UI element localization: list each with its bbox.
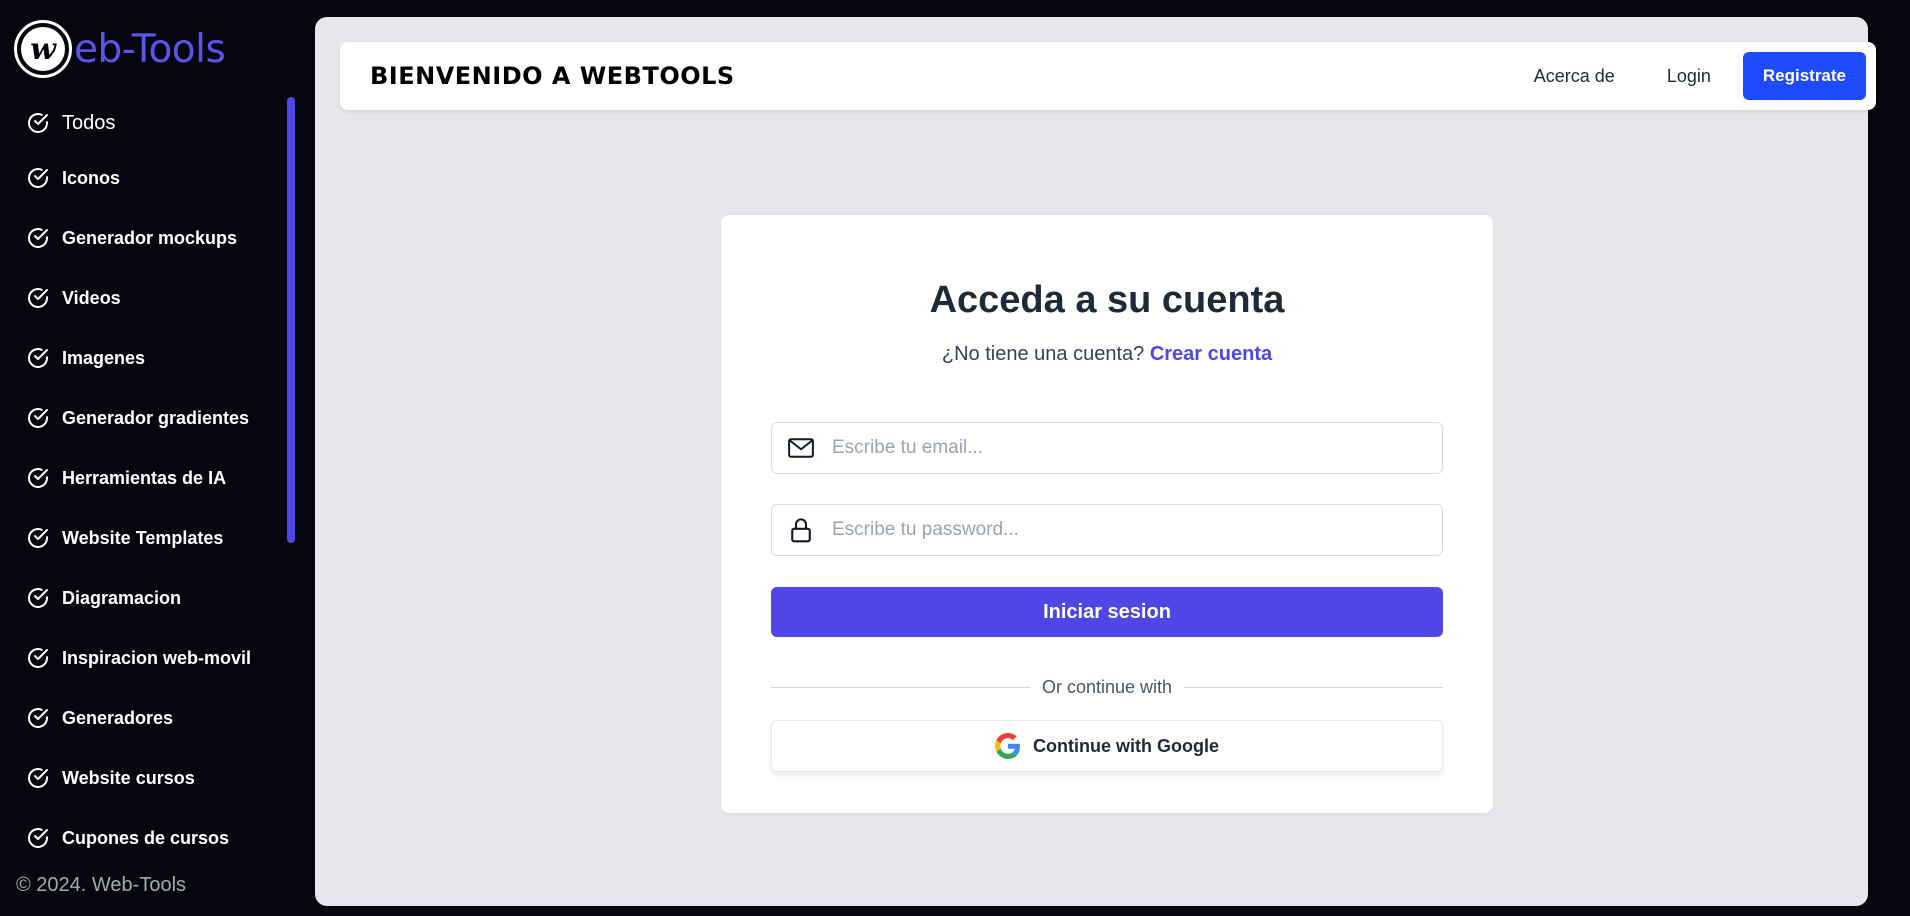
logo[interactable]: w eb-Tools	[14, 20, 226, 78]
sidebar-item-label: Todos	[62, 111, 116, 134]
sidebar-item-cupones-cursos[interactable]: Cupones de cursos	[0, 808, 290, 868]
sidebar-item-herramientas-ia[interactable]: Herramientas de IA	[0, 448, 290, 508]
sidebar-item-label: Videos	[62, 287, 121, 308]
sidebar-item-iconos[interactable]: Iconos	[0, 148, 290, 208]
sidebar-item-imagenes[interactable]: Imagenes	[0, 328, 290, 388]
login-card: Acceda a su cuenta ¿No tiene una cuenta?…	[721, 215, 1493, 813]
about-link[interactable]: Acerca de	[1508, 52, 1641, 100]
or-divider: Or continue with	[771, 675, 1443, 699]
sidebar-item-label: Website cursos	[62, 767, 195, 788]
sidebar-item-todos[interactable]: Todos	[0, 98, 290, 148]
sidebar-scrollbar[interactable]	[287, 97, 295, 543]
sidebar-item-label: Generador mockups	[62, 227, 238, 248]
sidebar-item-label: Iconos	[62, 167, 121, 188]
divider-text: Or continue with	[1041, 676, 1173, 697]
sidebar: w eb-Tools Todos Iconos Generador mockup…	[0, 0, 315, 916]
divider-line	[1184, 686, 1443, 688]
email-input[interactable]	[832, 428, 1412, 468]
email-field[interactable]	[771, 422, 1443, 474]
check-circle-icon	[28, 468, 48, 488]
mail-icon	[788, 438, 814, 458]
logo-icon: w	[14, 20, 72, 78]
app: w eb-Tools Todos Iconos Generador mockup…	[0, 0, 1910, 916]
check-circle-icon	[28, 648, 48, 668]
check-circle-icon	[28, 528, 48, 548]
register-button[interactable]: Registrate	[1742, 52, 1866, 100]
main-content: BIENVENIDO A WEBTOOLS Acerca de Login Re…	[315, 17, 1876, 906]
sidebar-item-generador-gradientes[interactable]: Generador gradientes	[0, 388, 290, 448]
page-title: BIENVENIDO A WEBTOOLS	[370, 62, 735, 90]
login-submit-button[interactable]: Iniciar sesion	[771, 587, 1443, 637]
check-circle-icon	[28, 768, 48, 788]
sidebar-item-videos[interactable]: Videos	[0, 268, 290, 328]
google-signin-button[interactable]: Continue with Google	[771, 720, 1443, 772]
sidebar-item-inspiracion-web-movil[interactable]: Inspiracion web-movil	[0, 628, 290, 688]
sidebar-item-label: Cupones de cursos	[62, 827, 230, 848]
lock-icon	[791, 518, 811, 543]
check-circle-icon	[28, 588, 48, 608]
top-bar: BIENVENIDO A WEBTOOLS Acerca de Login Re…	[340, 42, 1876, 110]
sidebar-item-website-templates[interactable]: Website Templates	[0, 508, 290, 568]
sidebar-item-diagramacion[interactable]: Diagramacion	[0, 568, 290, 628]
check-circle-icon	[28, 168, 48, 188]
check-circle-icon	[28, 408, 48, 428]
check-circle-icon	[28, 228, 48, 248]
sidebar-item-generador-mockups[interactable]: Generador mockups	[0, 208, 290, 268]
sidebar-item-label: Generador gradientes	[62, 407, 250, 428]
check-circle-icon	[28, 113, 48, 133]
sidebar-item-generadores[interactable]: Generadores	[0, 688, 290, 748]
top-nav: Acerca de Login Registrate	[1508, 52, 1866, 100]
check-circle-icon	[28, 828, 48, 848]
sidebar-item-label: Herramientas de IA	[62, 467, 227, 488]
password-field[interactable]	[771, 504, 1443, 556]
logo-text: eb-Tools	[74, 26, 226, 72]
google-button-label: Continue with Google	[1033, 735, 1219, 756]
copyright: © 2024. Web-Tools	[16, 874, 187, 896]
login-title: Acceda a su cuenta	[929, 279, 1285, 321]
login-link[interactable]: Login	[1641, 52, 1737, 100]
no-account-text: ¿No tiene una cuenta?	[941, 343, 1145, 365]
login-subtitle: ¿No tiene una cuenta? Crear cuenta	[721, 343, 1493, 366]
create-account-link[interactable]: Crear cuenta	[1150, 343, 1272, 365]
google-icon	[995, 733, 1020, 759]
sidebar-item-label: Generadores	[62, 707, 174, 728]
sidebar-item-website-cursos[interactable]: Website cursos	[0, 748, 290, 808]
check-circle-icon	[28, 348, 48, 368]
divider-line	[771, 686, 1030, 688]
check-circle-icon	[28, 288, 48, 308]
logo-letter: w	[21, 27, 65, 71]
sidebar-nav: Todos Iconos Generador mockups Videos Im…	[0, 98, 290, 868]
sidebar-item-label: Inspiracion web-movil	[62, 647, 252, 668]
sidebar-item-label: Imagenes	[62, 347, 146, 368]
sidebar-item-label: Diagramacion	[62, 587, 182, 608]
sidebar-item-label: Website Templates	[62, 527, 224, 548]
check-circle-icon	[28, 708, 48, 728]
password-input[interactable]	[832, 510, 1412, 550]
